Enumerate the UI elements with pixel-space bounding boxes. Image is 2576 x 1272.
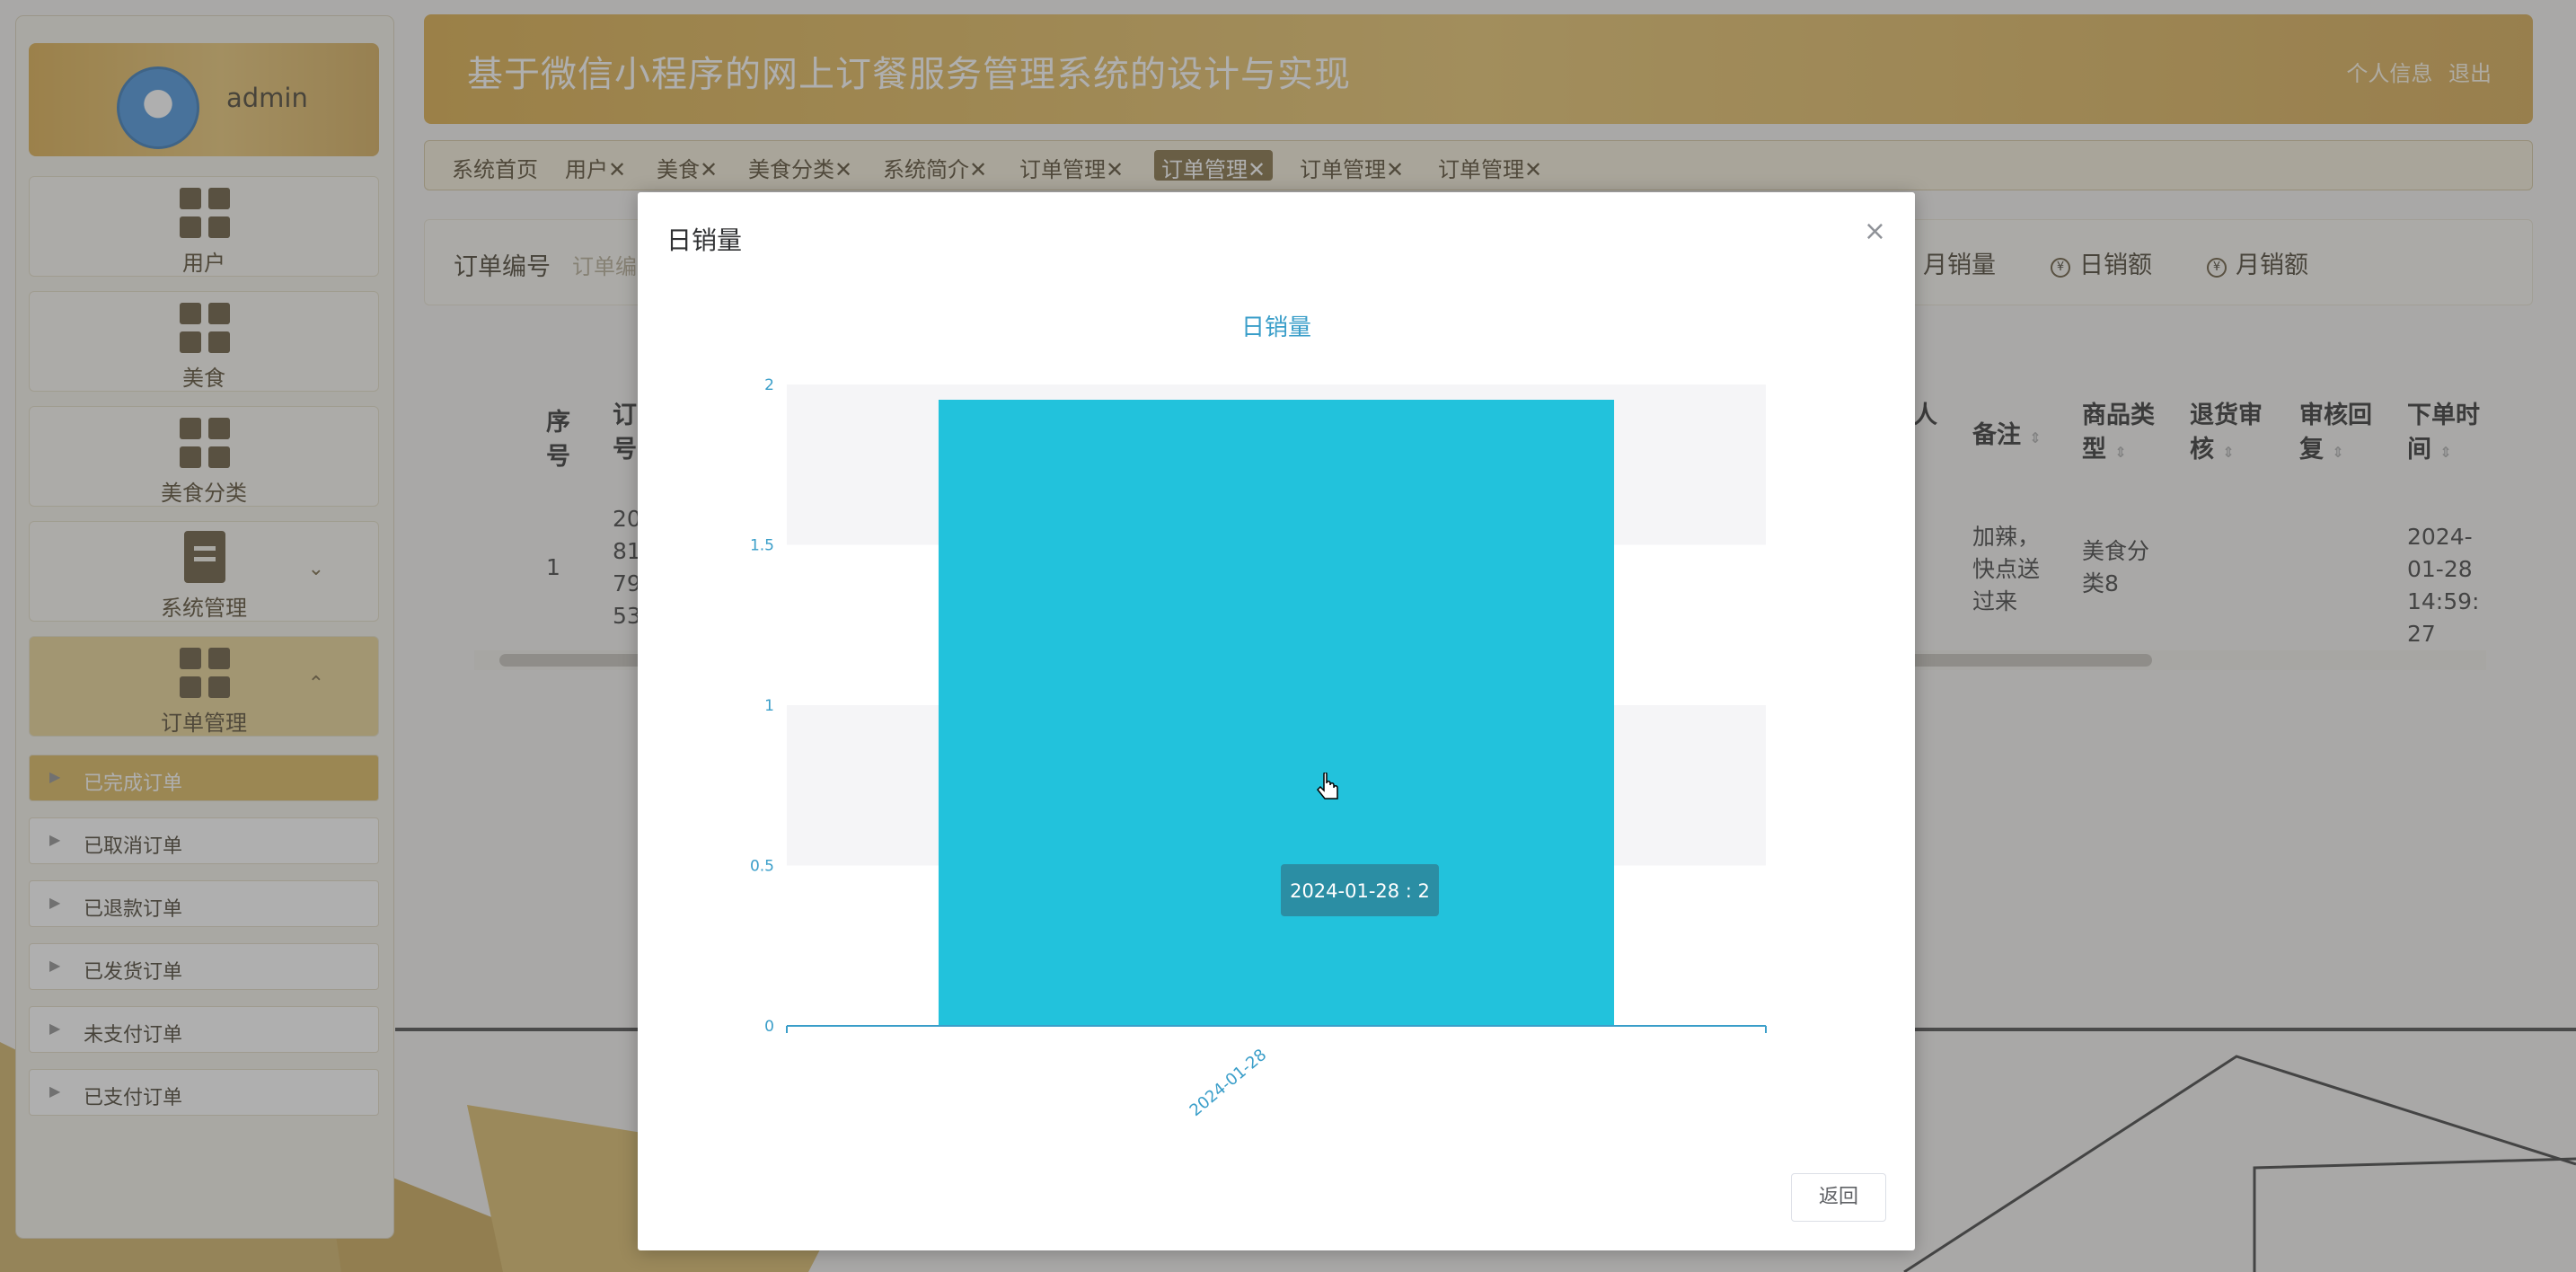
y-tick-label: 1 bbox=[764, 697, 774, 715]
chart-title: 日销量 bbox=[1241, 314, 1311, 341]
return-button[interactable]: 返回 bbox=[1791, 1173, 1886, 1222]
dialog-title: 日销量 bbox=[666, 225, 743, 255]
y-tick-label: 0 bbox=[764, 1018, 774, 1036]
close-icon[interactable]: × bbox=[1864, 216, 1886, 247]
x-tick-label: 2024-01-28 bbox=[1187, 1046, 1271, 1120]
y-tick-label: 0.5 bbox=[750, 858, 774, 876]
y-tick-label: 2 bbox=[764, 376, 774, 394]
chart-tooltip-text: 2024-01-28 : 2 bbox=[1290, 880, 1430, 902]
bar bbox=[938, 400, 1615, 1026]
daily-sales-chart: 日销量 0 0.5 1 1.5 2 2024-01-28 2024-01-28 : 2 bbox=[750, 314, 1767, 1120]
mouse-cursor-icon bbox=[1317, 773, 1338, 799]
y-tick-label: 1.5 bbox=[750, 537, 774, 555]
daily-sales-dialog: 日销量 × 日销量 0 0.5 1 1.5 2 2024-01-28 2024-01-28 :… bbox=[638, 192, 1915, 1250]
